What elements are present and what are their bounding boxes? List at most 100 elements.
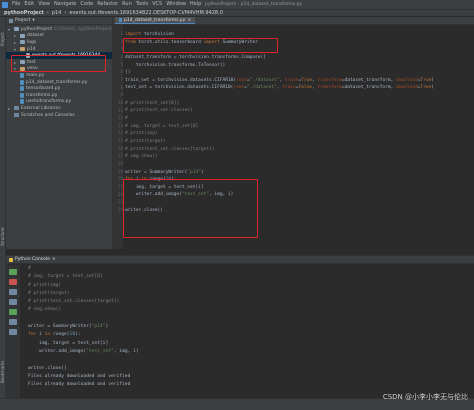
tree-item[interactable]: ▸ External Libraries (6, 105, 112, 112)
code-line[interactable]: # print(test_set.classes[target]) (125, 146, 474, 154)
chevron-right-icon: › (46, 10, 49, 16)
line-number: 7 (120, 76, 123, 82)
code-line[interactable]: test_set = torchvision.datasets.CIFAR10(… (125, 84, 474, 92)
code-line[interactable]: # print(target) (125, 138, 474, 146)
menu-item-edit[interactable]: Edit (24, 0, 34, 9)
tree-item[interactable]: ▸ dataset (6, 33, 112, 40)
python-file-icon (20, 92, 24, 98)
tree-item[interactable]: p14_dataset_transforms.py (6, 79, 112, 86)
python-file-icon (20, 79, 24, 85)
code-area[interactable]: import torchvision from torch.utils.tenso… (125, 31, 474, 214)
rerun-icon[interactable] (8, 269, 17, 275)
code-line[interactable]: writer = SummaryWriter("p14") (125, 169, 474, 177)
console-line: writer.add_image("test_set", img, i) (28, 348, 139, 354)
menu-item-vcs[interactable]: VCS (152, 0, 162, 9)
menu-item-tools[interactable]: Tools (136, 0, 148, 9)
tree-item[interactable]: transforms.py (6, 92, 112, 99)
code-line[interactable]: from torch.utils.tensorboard import Summ… (125, 39, 474, 47)
chevron-right-icon[interactable]: ▸ (14, 40, 18, 45)
menu-item-view[interactable]: View (38, 0, 50, 9)
menu-item-run[interactable]: Run (122, 0, 132, 9)
line-number: 9 (120, 92, 123, 98)
menu-items: File Edit View Navigate Code Refactor Run Tools… (12, 0, 201, 9)
menu-item-help[interactable]: Help (190, 0, 201, 9)
folder-icon (20, 60, 25, 65)
console-line: writer = SummaryWriter("p14") (28, 324, 109, 330)
tree-item[interactable]: Scratches and Consoles (6, 112, 112, 119)
console-line: for i in range(10): (28, 332, 81, 338)
tree-item[interactable]: events.out.tfevents.16916344... (6, 52, 112, 59)
tree-item[interactable]: ▾ pythonProject C:\Users\...\pythonProject (6, 26, 112, 33)
breadcrumb-project[interactable]: pythonProject (4, 10, 44, 16)
python-file-icon (20, 86, 24, 92)
console-tab-label: Python Console (15, 257, 50, 262)
add-console-icon[interactable] (8, 329, 17, 335)
menu-item-refactor[interactable]: Refactor (97, 0, 118, 9)
code-line[interactable] (125, 92, 474, 100)
code-line[interactable]: for i in range(10): (125, 176, 474, 184)
code-line[interactable]: ]) (125, 69, 474, 77)
chevron-right-icon[interactable]: ▸ (8, 106, 12, 111)
code-line[interactable]: # print(img) (125, 130, 474, 138)
code-line[interactable] (125, 161, 474, 169)
chevron-down-icon[interactable]: ▾ (32, 18, 34, 23)
close-icon[interactable]: × (187, 18, 191, 23)
window-title: pythonProject - p14_dataset_transforms.p… (205, 2, 303, 7)
close-icon[interactable]: × (52, 257, 56, 262)
line-number: 17 (118, 153, 123, 159)
code-line[interactable]: img, target = test_set[i] (125, 184, 474, 192)
breadcrumb-folder[interactable]: p14 (52, 10, 62, 16)
tree-item-label: Scratches and Consoles (21, 112, 75, 118)
history-icon[interactable] (8, 299, 17, 305)
console-line: # (28, 266, 31, 271)
tree-item[interactable]: ▸ test (6, 59, 112, 66)
tree-item[interactable]: ▸ logs (6, 39, 112, 46)
breadcrumb-file[interactable]: events.out.tfevents.1691634822.DESKTOP-C… (69, 10, 223, 16)
tree-item-label: events.out.tfevents.16916344... (32, 53, 105, 59)
stop-icon[interactable] (8, 279, 17, 285)
code-line[interactable]: # print(test_set.classes) (125, 107, 474, 115)
code-line[interactable]: # (125, 115, 474, 123)
code-line[interactable]: # img.show() (125, 153, 474, 161)
console-output[interactable]: # # img, target = test_set[0] # print(img)… (28, 265, 468, 406)
folder-icon (20, 40, 25, 45)
code-line[interactable]: # print(test_set[0]) (125, 100, 474, 108)
code-line[interactable]: torchvision.transforms.ToTensor() (125, 62, 474, 70)
editor-tab[interactable]: p14_dataset_transforms.py × (115, 17, 196, 24)
menu-item-window[interactable]: Window (166, 0, 186, 9)
chevron-right-icon[interactable]: ▸ (14, 33, 18, 38)
menu-item-navigate[interactable]: Navigate (54, 0, 76, 9)
tree-item[interactable]: main.py (6, 72, 112, 79)
code-line[interactable] (125, 199, 474, 207)
tree-item-path: C:\Users\...\pythonProject (54, 26, 112, 32)
chevron-down-icon[interactable]: ▾ (8, 27, 12, 32)
line-number: 16 (118, 145, 123, 151)
code-line[interactable]: # img, target = test_set[0] (125, 123, 474, 131)
tree-item[interactable]: usefultransforms.py (6, 99, 112, 106)
folder-icon (20, 47, 25, 52)
tree-item[interactable]: tensorboard.py (6, 85, 112, 92)
chevron-right-icon[interactable]: ▸ (14, 66, 18, 71)
line-number: 24 (118, 206, 123, 212)
menu-item-code[interactable]: Code (80, 0, 93, 9)
code-line[interactable]: dataset_transform = torchvision.transfor… (125, 54, 474, 62)
code-line[interactable]: writer.add_image("test_set", img, i) (125, 191, 474, 199)
tree-item[interactable]: ▾ p14 (6, 46, 112, 53)
python-console[interactable]: Python Console × # # img, target = test_s… (6, 255, 474, 410)
tree-item[interactable]: ▸ venv (6, 66, 112, 73)
code-line[interactable]: writer.close() (125, 207, 474, 215)
code-line[interactable]: import torchvision (125, 31, 474, 39)
variables-icon[interactable] (8, 319, 17, 325)
chevron-right-icon[interactable]: ▸ (14, 60, 18, 65)
chevron-down-icon[interactable]: ▾ (14, 47, 18, 52)
code-editor[interactable]: p14_dataset_transforms.py × import torch… (113, 17, 474, 249)
settings-icon[interactable] (8, 289, 17, 295)
project-panel-header[interactable]: Project ▾ (6, 17, 112, 25)
console-tab[interactable]: Python Console × (9, 257, 56, 262)
line-number: 11 (118, 107, 123, 113)
line-number: 2 (120, 38, 123, 44)
debug-icon[interactable] (8, 309, 17, 315)
menu-item-file[interactable]: File (12, 0, 20, 9)
code-line[interactable] (125, 46, 474, 54)
code-line[interactable]: train_set = torchvision.datasets.CIFAR10… (125, 77, 474, 85)
